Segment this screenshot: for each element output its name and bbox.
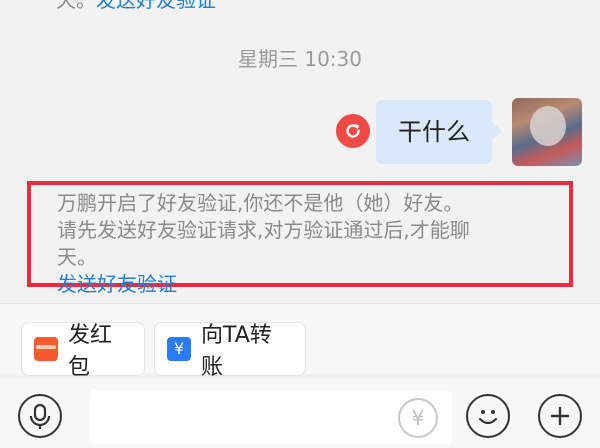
red-packet-label: 发红包 — [68, 323, 113, 380]
previous-notice-prefix: 天。 — [56, 0, 96, 12]
emoji-button[interactable] — [466, 394, 510, 438]
transfer-button[interactable]: ¥ 向TA转账 — [154, 322, 306, 380]
transfer-icon: ¥ — [167, 337, 191, 361]
resend-button[interactable] — [336, 114, 370, 148]
yuan-icon[interactable]: ¥ — [398, 398, 438, 438]
send-verification-link[interactable]: 发送好友验证 — [57, 271, 567, 298]
red-packet-button[interactable]: 发红包 — [21, 322, 145, 380]
notice-line-3-prefix: 天。 — [57, 245, 97, 269]
microphone-icon — [29, 403, 51, 429]
quick-action-toolbar: 发红包 ¥ 向TA转账 — [0, 303, 600, 380]
input-bar: ¥ — [0, 378, 600, 448]
friend-verification-notice: 万鹏开启了好友验证,你还不是他（她）好友。 请先发送好友验证请求,对方验证通过后… — [57, 190, 567, 298]
previous-system-notice: 天。发送好友验证 — [56, 0, 216, 14]
outgoing-message-row: 干什么 — [0, 98, 600, 168]
notice-line-3: 天。 发送好友验证 — [57, 244, 567, 298]
message-bubble[interactable]: 干什么 — [376, 100, 502, 164]
transfer-label: 向TA转账 — [201, 323, 272, 380]
red-packet-icon — [34, 337, 58, 361]
previous-send-verification-link[interactable]: 发送好友验证 — [96, 0, 216, 12]
plus-icon — [551, 407, 569, 425]
message-timestamp: 星期三 10:30 — [238, 47, 362, 71]
emoji-icon — [478, 410, 498, 425]
notice-line-2: 请先发送好友验证请求,对方验证通过后,才能聊 — [57, 218, 470, 242]
voice-button[interactable] — [18, 394, 62, 438]
notice-line-1: 万鹏开启了好友验证,你还不是他（她）好友。 — [57, 191, 464, 215]
plus-button[interactable] — [538, 394, 582, 438]
avatar[interactable] — [512, 98, 582, 166]
chat-area: 天。发送好友验证 星期三 10:30 干什么 万鹏开启了好友验证,你还不是他（她… — [0, 0, 600, 303]
refresh-icon — [346, 124, 360, 138]
